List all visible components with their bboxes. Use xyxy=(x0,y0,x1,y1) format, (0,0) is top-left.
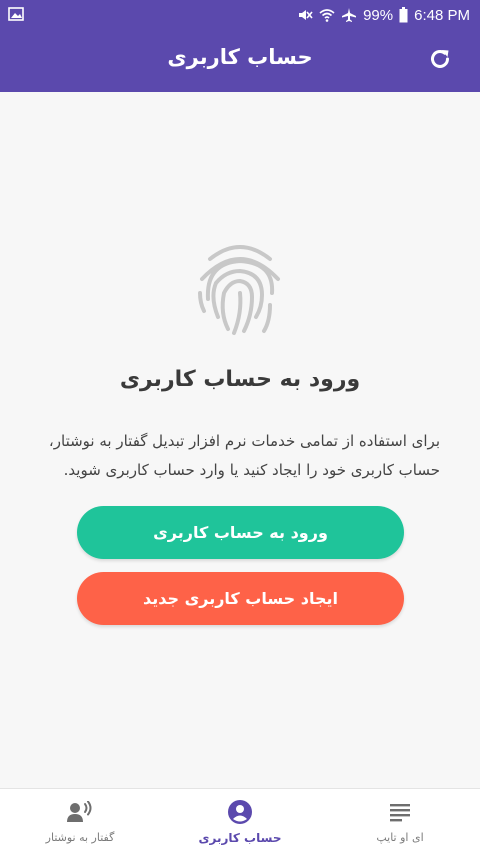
description-text: برای استفاده از تمامی خدمات نرم افزار تب… xyxy=(48,432,440,479)
airplane-icon xyxy=(341,7,357,23)
list-icon xyxy=(387,799,413,825)
account-icon xyxy=(227,799,253,825)
voice-icon xyxy=(67,799,93,825)
nav-item-iotype[interactable]: ای او تایپ xyxy=(320,789,480,853)
image-icon xyxy=(8,6,24,22)
battery-icon xyxy=(399,7,408,23)
nav-item-account[interactable]: حساب کاربری xyxy=(160,789,320,853)
app-bar: حساب کاربری xyxy=(0,30,480,92)
nav-label: ای او تایپ xyxy=(376,831,424,844)
page-title: حساب کاربری xyxy=(167,45,313,69)
status-bar: 99% 6:48 PM xyxy=(0,0,480,30)
login-headline: ورود به حساب کاربری xyxy=(119,367,361,392)
main-content: ورود به حساب کاربری برای استفاده از تمام… xyxy=(0,92,480,788)
clock: 6:48 PM xyxy=(414,6,470,24)
login-button[interactable]: ورود به حساب کاربری xyxy=(77,506,404,559)
fingerprint-icon xyxy=(196,237,284,337)
wifi-icon xyxy=(319,7,335,23)
nav-label: گفتار به نوشتار xyxy=(45,831,115,844)
mute-icon xyxy=(297,7,313,23)
bottom-navigation: گفتار به نوشتار حساب کاربری ای او تایپ xyxy=(0,788,480,853)
battery-level: 99% xyxy=(363,6,394,24)
nav-item-speech-to-text[interactable]: گفتار به نوشتار xyxy=(0,789,160,853)
register-button[interactable]: ایجاد حساب کاربری جدید xyxy=(77,572,404,625)
nav-label: حساب کاربری xyxy=(198,831,282,845)
